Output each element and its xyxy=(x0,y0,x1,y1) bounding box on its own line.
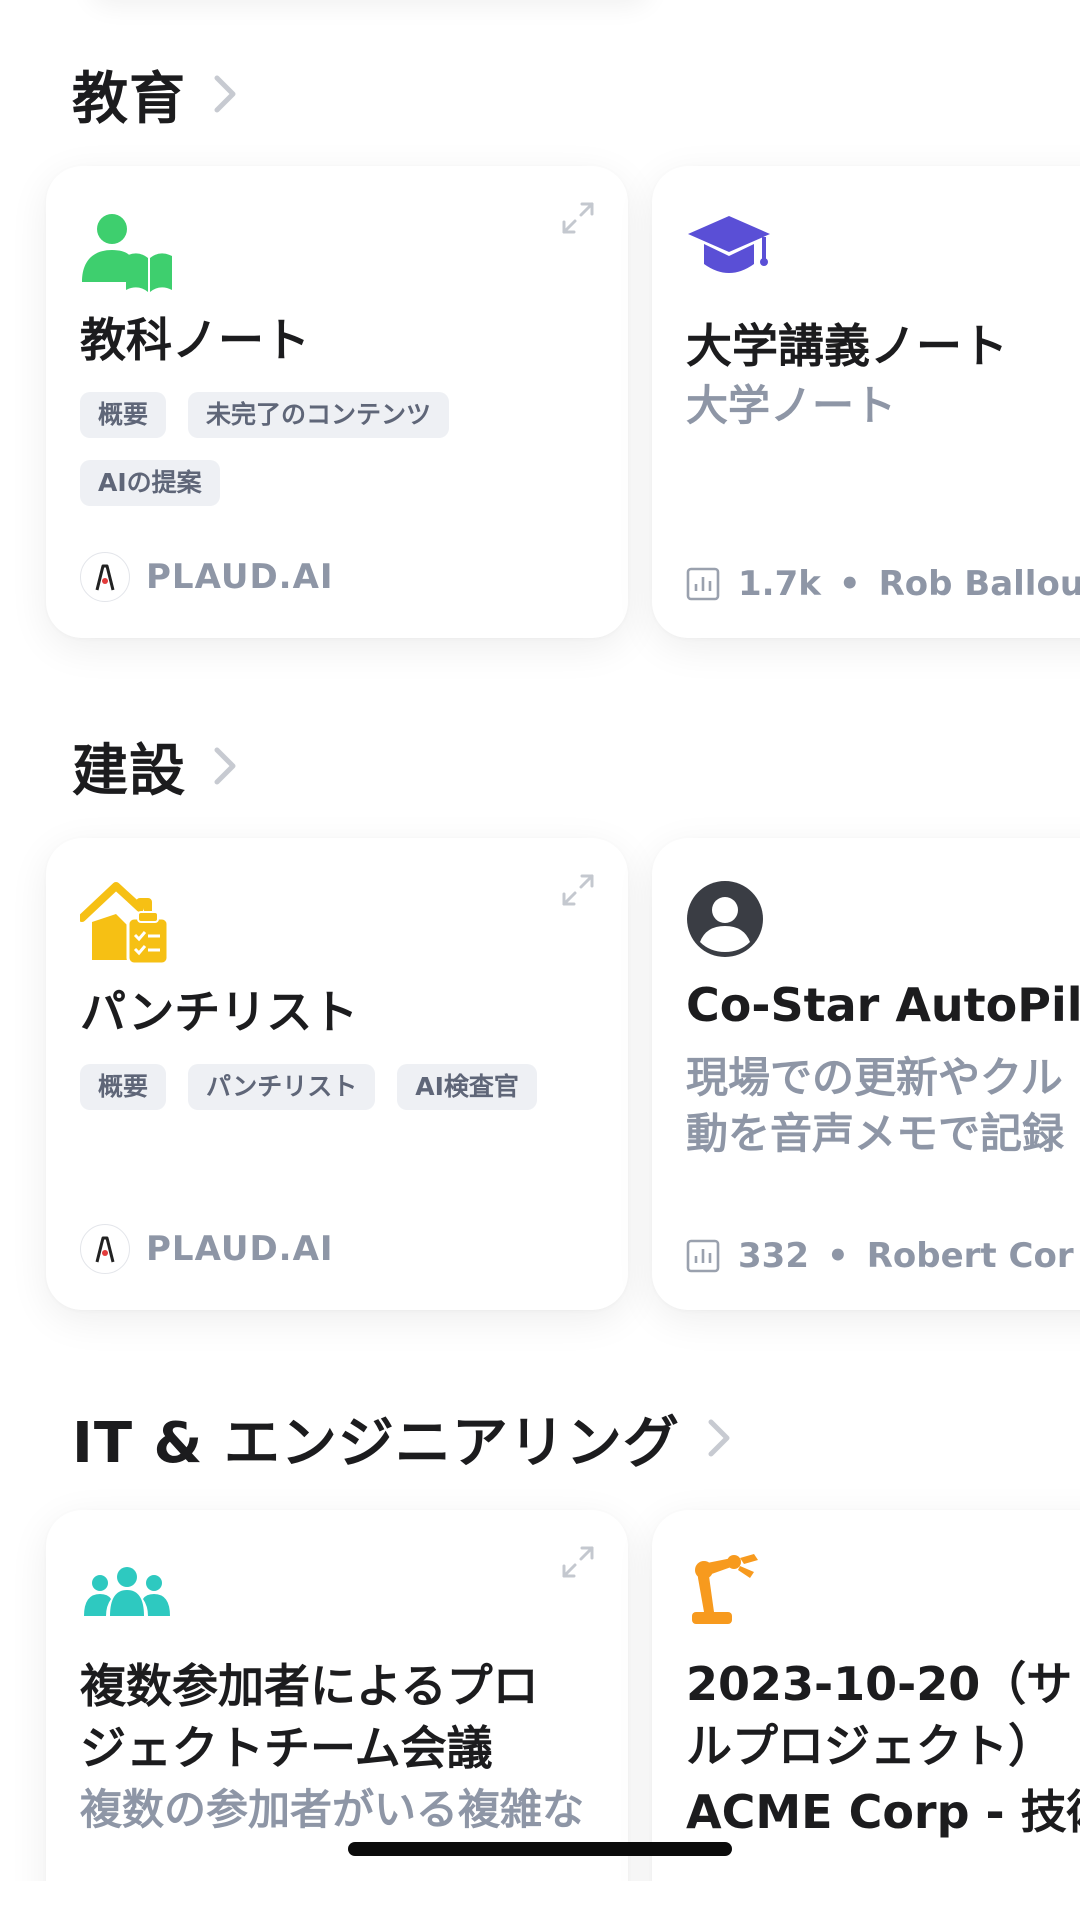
chevron-right-icon xyxy=(708,1419,730,1457)
separator: • xyxy=(838,564,861,604)
tag: AI検査官 xyxy=(397,1064,537,1110)
author: PLAUD.AI xyxy=(80,1224,334,1274)
chevron-right-icon xyxy=(214,747,236,785)
card-title-line: ルプロジェクト） xyxy=(686,1719,1054,1773)
bar-chart-icon xyxy=(686,567,720,601)
expand-icon[interactable] xyxy=(560,200,596,236)
house-clipboard-icon xyxy=(80,882,170,964)
tag: AIの提案 xyxy=(80,460,220,506)
author: PLAUD.AI xyxy=(80,552,334,602)
section-title: IT & エンジニアリング xyxy=(72,1410,680,1476)
section-title: 建設 xyxy=(72,738,186,804)
usage-stats: 1.7k • Rob Ballou xyxy=(686,564,1080,604)
card-subtitle-line: 現場での更新やクル xyxy=(686,1053,1063,1102)
template-card-punch-list[interactable]: パンチリスト 概要 パンチリスト AI検査官 PLAUD.AI xyxy=(46,838,628,1310)
user-circle-icon xyxy=(687,881,763,957)
template-card-project-team-meeting[interactable]: 複数参加者によるプロ ジェクトチーム会議 複数の参加者がいる複雑な xyxy=(46,1510,628,1881)
tag: 未完了のコンテンツ xyxy=(188,392,450,438)
card-title: 大学講義ノート xyxy=(686,319,1008,373)
card-title: Co-Star AutoPil xyxy=(686,978,1080,1032)
plaud-logo-icon xyxy=(80,552,130,602)
separator: • xyxy=(826,1236,849,1276)
section-header-construction[interactable]: 建設 xyxy=(72,726,240,806)
card-subtitle-line: 動を音声メモで記録 xyxy=(686,1109,1065,1158)
usage-count: 1.7k xyxy=(738,564,821,604)
users-group-icon xyxy=(84,1567,170,1616)
card-subtitle: 大学ノート xyxy=(686,381,897,430)
expand-icon[interactable] xyxy=(560,872,596,908)
template-gallery: 教育 教科ノート 概要 未完了のコンテンツ AIの提案 PLAUD.AI 大学講… xyxy=(0,0,1080,1881)
card-title-line: 2023-10-20（サ xyxy=(686,1657,1073,1711)
chevron-right-icon xyxy=(214,75,236,113)
graduation-cap-icon xyxy=(688,216,770,273)
template-card-costar-autopilot[interactable]: Co-Star AutoPil 現場での更新やクル 動を音声メモで記録 332 … xyxy=(652,838,1080,1310)
section-header-it-engineering[interactable]: IT & エンジニアリング xyxy=(72,1398,734,1478)
author-name: PLAUD.AI xyxy=(146,557,334,597)
author-name: PLAUD.AI xyxy=(146,1229,334,1269)
plaud-logo-icon xyxy=(80,1224,130,1274)
usage-count: 332 xyxy=(738,1236,809,1276)
home-indicator[interactable] xyxy=(348,1842,732,1856)
expand-icon[interactable] xyxy=(560,1544,596,1580)
author-name: Robert Cor xyxy=(866,1236,1074,1276)
tag: 概要 xyxy=(80,392,167,438)
card-title-line: 複数参加者によるプロ xyxy=(80,1659,539,1713)
card-title-line: ジェクトチーム会議 xyxy=(80,1721,493,1775)
card-subtitle: 複数の参加者がいる複雑な xyxy=(80,1785,585,1834)
tag: 概要 xyxy=(80,1064,167,1110)
author-name: Rob Ballou xyxy=(878,564,1080,604)
card-title-line: ACME Corp - 技術 xyxy=(686,1785,1080,1839)
template-card-university-lecture[interactable]: 大学講義ノート 大学ノート 1.7k • Rob Ballou xyxy=(652,166,1080,638)
card-title: パンチリスト xyxy=(80,985,359,1039)
bar-chart-icon xyxy=(686,1239,720,1273)
template-card-subject-notes[interactable]: 教科ノート 概要 未完了のコンテンツ AIの提案 PLAUD.AI xyxy=(46,166,628,638)
section-header-education[interactable]: 教育 xyxy=(72,54,240,134)
template-card-acme-project[interactable]: 2023-10-20（サ ルプロジェクト） ACME Corp - 技術 xyxy=(652,1510,1080,1881)
card-title: 教科ノート xyxy=(80,313,310,367)
tag: パンチリスト xyxy=(188,1064,376,1110)
person-book-icon xyxy=(82,214,172,292)
usage-stats: 332 • Robert Cor xyxy=(686,1236,1074,1276)
section-title: 教育 xyxy=(72,66,186,132)
tag-list: 概要 パンチリスト AI検査官 xyxy=(80,1064,600,1132)
tag-list: 概要 未完了のコンテンツ AIの提案 xyxy=(80,392,600,528)
robot-arm-icon xyxy=(692,1554,758,1624)
